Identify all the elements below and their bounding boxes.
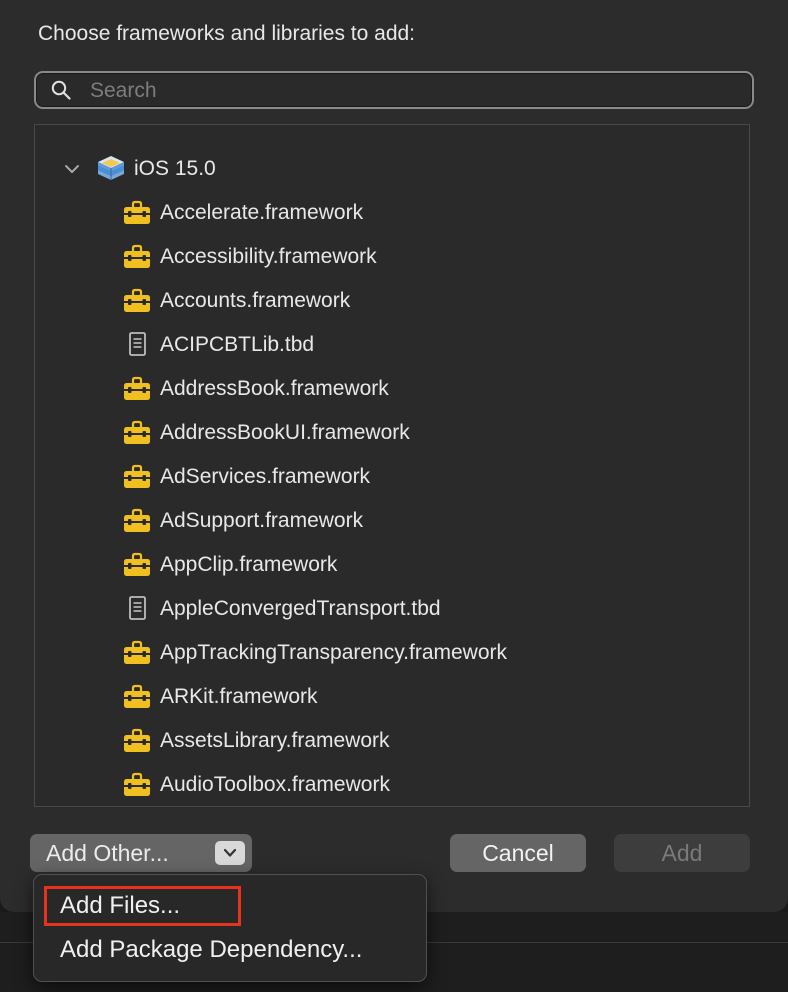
list-item[interactable]: Accessibility.framework: [35, 235, 749, 279]
list-item-label: AppleConvergedTransport.tbd: [160, 597, 441, 620]
cancel-button[interactable]: Cancel: [450, 834, 586, 872]
list-item[interactable]: ARKit.framework: [35, 675, 749, 719]
framework-toolbox-icon: [123, 420, 151, 446]
framework-toolbox-icon: [123, 508, 151, 534]
text-document-icon: [123, 596, 151, 622]
chevron-down-icon: [223, 848, 237, 857]
framework-toolbox-icon: [123, 244, 151, 270]
list-item[interactable]: ACIPCBTLib.tbd: [35, 323, 749, 367]
list-item-label: ARKit.framework: [160, 685, 318, 708]
list-item-label: AppClip.framework: [160, 553, 338, 576]
sdk-stack-icon: [98, 156, 124, 180]
list-item[interactable]: AdSupport.framework: [35, 499, 749, 543]
list-item-label: AudioToolbox.framework: [160, 773, 390, 796]
framework-toolbox-icon: [123, 728, 151, 754]
framework-toolbox-icon: [123, 640, 151, 666]
list-item[interactable]: AssetsLibrary.framework: [35, 719, 749, 763]
menu-item-add-package-dependency[interactable]: Add Package Dependency...: [60, 936, 362, 964]
list-item-label: ACIPCBTLib.tbd: [160, 333, 315, 356]
search-input[interactable]: [88, 76, 732, 106]
list-item-label: AppTrackingTransparency.framework: [160, 641, 508, 664]
list-item[interactable]: AddressBook.framework: [35, 367, 749, 411]
list-item-label: AdServices.framework: [160, 465, 371, 488]
highlight-box: [44, 886, 241, 926]
list-item-label: AddressBook.framework: [160, 377, 389, 400]
list-item-label: Accounts.framework: [160, 289, 351, 312]
framework-toolbox-icon: [123, 464, 151, 490]
framework-toolbox-icon: [123, 772, 151, 798]
sdk-group-row[interactable]: iOS 15.0: [35, 147, 749, 191]
framework-toolbox-icon: [123, 684, 151, 710]
list-item-label: Accessibility.framework: [160, 245, 377, 268]
framework-toolbox-icon: [123, 200, 151, 226]
list-item[interactable]: Accelerate.framework: [35, 191, 749, 235]
frameworks-list[interactable]: iOS 15.0 Accelerate.framework Accessibili…: [34, 124, 750, 807]
popup-chevron-box[interactable]: [215, 841, 245, 865]
search-field[interactable]: [34, 71, 754, 109]
framework-items: Accelerate.framework Accessibility.framew…: [35, 191, 749, 806]
add-other-label: Add Other...: [46, 840, 169, 866]
add-other-popup-button[interactable]: Add Other...: [30, 834, 252, 872]
list-item-label: AssetsLibrary.framework: [160, 729, 390, 752]
sheet-title: Choose frameworks and libraries to add:: [38, 22, 416, 45]
sdk-group-label: iOS 15.0: [134, 157, 216, 180]
list-item-label: AddressBookUI.framework: [160, 421, 410, 444]
search-icon: [51, 80, 71, 100]
chevron-down-icon[interactable]: [63, 160, 81, 178]
framework-toolbox-icon: [123, 552, 151, 578]
list-item-label: Accelerate.framework: [160, 201, 364, 224]
list-item[interactable]: AppTrackingTransparency.framework: [35, 631, 749, 675]
list-item-label: AdSupport.framework: [160, 509, 364, 532]
add-frameworks-sheet: Choose frameworks and libraries to add: …: [0, 0, 788, 912]
list-item[interactable]: AudioToolbox.framework: [35, 763, 749, 806]
list-item[interactable]: AddressBookUI.framework: [35, 411, 749, 455]
framework-toolbox-icon: [123, 376, 151, 402]
list-item[interactable]: AdServices.framework: [35, 455, 749, 499]
text-document-icon: [123, 332, 151, 358]
list-item[interactable]: Accounts.framework: [35, 279, 749, 323]
list-item[interactable]: AppClip.framework: [35, 543, 749, 587]
framework-toolbox-icon: [123, 288, 151, 314]
add-button[interactable]: Add: [614, 834, 750, 872]
list-item[interactable]: AppleConvergedTransport.tbd: [35, 587, 749, 631]
